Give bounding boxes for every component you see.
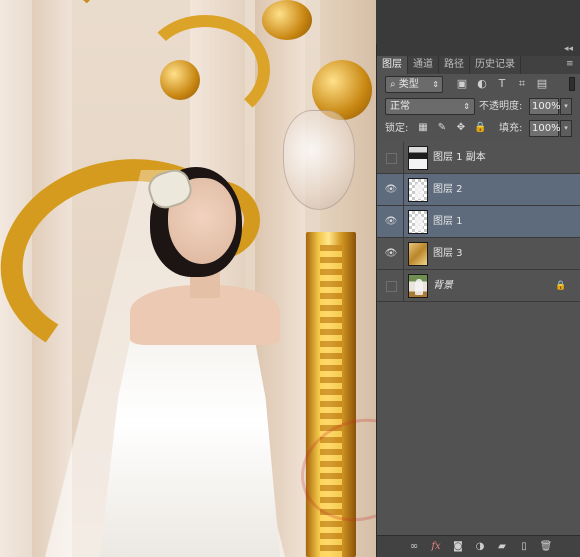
opacity-label: 不透明度: — [479, 101, 523, 112]
lock-fill-row: 锁定: ▦ ✎ ✥ 🔒 填充: 100% ▾ — [377, 120, 580, 140]
dropdown-arrow-icon: ⇕ — [432, 80, 439, 89]
lock-image-pixels-icon[interactable]: ✎ — [436, 122, 448, 134]
opacity-slider-arrow-icon[interactable]: ▾ — [560, 98, 572, 115]
wedding-dress — [100, 330, 280, 557]
layer-row[interactable]: 👁 图层 2 — [377, 174, 580, 206]
layers-panel: ◂◂ 图层 通道 路径 历史记录 ≡ ⌕ 类型 ⇕ ▣ ◐ T ⌗ ▤ 正常 ⇕… — [376, 44, 580, 557]
gold-knob — [262, 0, 312, 40]
layer-name[interactable]: 图层 2 — [433, 174, 463, 205]
document-canvas[interactable] — [0, 0, 376, 557]
layer-row[interactable]: 👁 图层 3 — [377, 238, 580, 270]
shape-filter-icon[interactable]: ⌗ — [515, 77, 529, 91]
panel-bottom-toolbar: ∞ fx ◙ ◑ ▰ ▯ 🗑 — [377, 535, 580, 557]
lock-position-icon[interactable]: ✥ — [455, 122, 467, 134]
gold-knob — [160, 60, 200, 100]
layer-row-background[interactable]: 背景 🔒 — [377, 270, 580, 302]
collapse-panel-icon[interactable]: ◂◂ — [564, 44, 573, 54]
divider — [403, 174, 404, 205]
layer-row[interactable]: 👁 图层 1 — [377, 206, 580, 238]
divider — [403, 238, 404, 269]
visibility-toggle-off-icon[interactable] — [384, 151, 398, 165]
layer-list: 图层 1 副本 👁 图层 2 👁 图层 1 👁 图层 3 背景 🔒 — [377, 142, 580, 302]
lock-transparent-pixels-icon[interactable]: ▦ — [417, 122, 429, 134]
tab-channels[interactable]: 通道 — [408, 56, 439, 74]
search-icon: ⌕ — [390, 79, 396, 90]
layer-filter-row: ⌕ 类型 ⇕ ▣ ◐ T ⌗ ▤ — [377, 76, 580, 96]
blend-mode-value: 正常 — [390, 101, 410, 112]
layer-name[interactable]: 图层 3 — [433, 238, 463, 269]
image-filter-icon[interactable]: ▣ — [455, 77, 469, 91]
layer-name[interactable]: 图层 1 副本 — [433, 142, 486, 173]
blend-mode-select[interactable]: 正常 ⇕ — [385, 98, 475, 115]
panel-menu-icon[interactable]: ≡ — [566, 59, 576, 69]
layer-thumbnail — [408, 242, 428, 266]
eye-icon[interactable]: 👁 — [384, 215, 398, 229]
fill-input[interactable]: 100% — [529, 120, 561, 137]
tab-history[interactable]: 历史记录 — [470, 56, 521, 74]
fill-label: 填充: — [499, 123, 523, 134]
lock-all-icon[interactable]: 🔒 — [474, 122, 486, 134]
adjustment-layer-icon[interactable]: ◑ — [473, 540, 487, 554]
fill-slider-arrow-icon[interactable]: ▾ — [560, 120, 572, 137]
filter-type-select[interactable]: ⌕ 类型 ⇕ — [385, 76, 443, 93]
tab-layers[interactable]: 图层 — [377, 56, 408, 74]
blend-opacity-row: 正常 ⇕ 不透明度: 100% ▾ — [377, 98, 580, 118]
delete-layer-icon[interactable]: 🗑 — [539, 540, 553, 554]
gold-scroll-ornament — [140, 15, 270, 125]
layer-name[interactable]: 图层 1 — [433, 206, 463, 237]
filter-type-value: 类型 — [398, 79, 419, 90]
opacity-input[interactable]: 100% — [529, 98, 561, 115]
glass-bulb — [283, 110, 355, 210]
eye-icon[interactable]: 👁 — [384, 247, 398, 261]
lock-icon: 🔒 — [555, 281, 567, 291]
add-mask-icon[interactable]: ◙ — [451, 540, 465, 554]
type-filter-icon[interactable]: T — [495, 77, 509, 91]
layer-thumbnail — [408, 210, 428, 234]
visibility-toggle-off-icon[interactable] — [384, 279, 398, 293]
divider — [403, 142, 404, 173]
layer-thumbnail — [408, 146, 428, 170]
layer-name[interactable]: 背景 — [433, 270, 453, 301]
tab-paths[interactable]: 路径 — [439, 56, 470, 74]
smart-object-filter-icon[interactable]: ▤ — [535, 77, 549, 91]
layer-thumbnail — [408, 274, 428, 298]
new-layer-icon[interactable]: ▯ — [517, 540, 531, 554]
link-layers-icon[interactable]: ∞ — [407, 540, 421, 554]
layer-thumbnail — [408, 178, 428, 202]
eye-icon[interactable]: 👁 — [384, 183, 398, 197]
divider — [403, 206, 404, 237]
adjustment-filter-icon[interactable]: ◐ — [475, 77, 489, 91]
filter-toggle-switch[interactable] — [569, 77, 575, 91]
lock-label: 锁定: — [385, 123, 409, 134]
layer-style-fx-icon[interactable]: fx — [429, 540, 443, 554]
gold-scroll-ornament — [0, 0, 120, 120]
divider — [403, 270, 404, 301]
layer-row[interactable]: 图层 1 副本 — [377, 142, 580, 174]
new-group-icon[interactable]: ▰ — [495, 540, 509, 554]
dropdown-arrow-icon: ⇕ — [463, 102, 470, 111]
panel-title-bar: ◂◂ — [377, 44, 580, 56]
panel-tabs: 图层 通道 路径 历史记录 — [377, 56, 580, 74]
